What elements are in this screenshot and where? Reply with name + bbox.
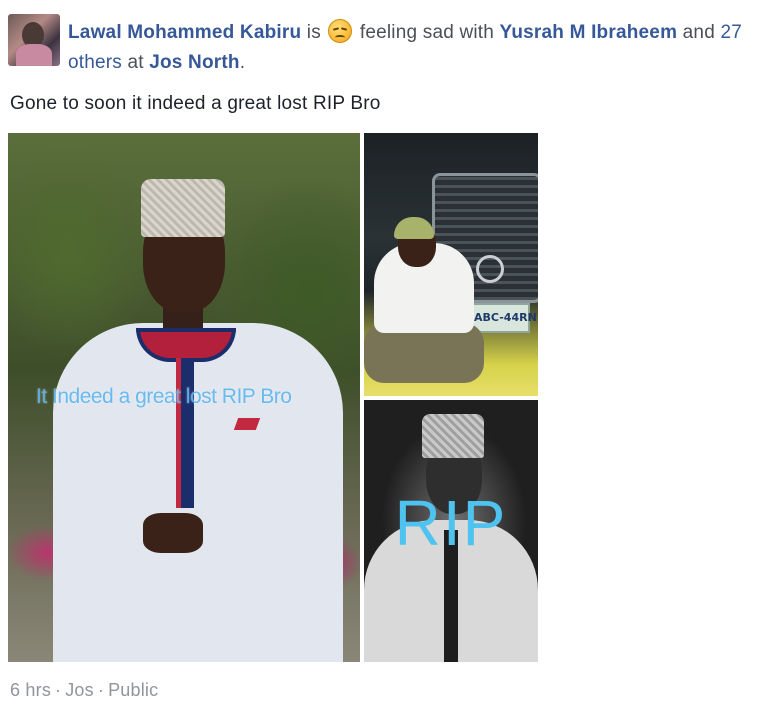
- footer-separator: ·: [97, 680, 105, 700]
- tagged-person-link[interactable]: Yusrah M Ibraheem: [500, 22, 678, 43]
- footer-separator: ·: [55, 680, 62, 700]
- photo-main-pocket: [233, 418, 261, 430]
- sad-face-emoji-icon: [327, 18, 353, 44]
- photo-main-cap: [141, 179, 225, 237]
- avatar-body: [16, 44, 52, 66]
- car-emblem-icon: [476, 255, 504, 283]
- author-name-link[interactable]: Lawal Mohammed Kabiru: [68, 22, 301, 43]
- privacy-label[interactable]: Public: [108, 680, 158, 700]
- person-cap: [394, 217, 434, 239]
- others-link[interactable]: others: [68, 52, 122, 73]
- photo-main-overlay-text: It Indeed a great lost RIP Bro: [36, 385, 292, 408]
- photo-main[interactable]: It Indeed a great lost RIP Bro: [8, 133, 360, 662]
- post-footer: 6 hrs · Jos · Public: [10, 680, 158, 701]
- is-text: is: [306, 22, 321, 43]
- rip-overlay-text: RIP: [394, 487, 508, 559]
- license-plate-text: ABC-44RN: [474, 311, 537, 324]
- photo-top-right[interactable]: ABC-44RN: [364, 133, 538, 396]
- photo-main-placket: [176, 358, 194, 508]
- feeling-text: feeling sad with: [359, 22, 495, 43]
- post-time-link[interactable]: 6 hrs: [10, 680, 51, 700]
- photo-bottom-cap: [422, 414, 484, 458]
- others-count-link[interactable]: 27: [720, 22, 742, 43]
- post-body-text: Gone to soon it indeed a great lost RIP …: [10, 93, 381, 114]
- photo-bottom-right[interactable]: RIP: [364, 400, 538, 662]
- location-link[interactable]: Jos North: [149, 52, 239, 73]
- at-text: at: [127, 52, 144, 73]
- headline-period: .: [239, 52, 246, 73]
- author-avatar[interactable]: [8, 14, 60, 66]
- photo-main-body: [53, 323, 343, 662]
- post-header: Lawal Mohammed Kabiru is feeling sad wit…: [8, 12, 758, 76]
- post-place-link[interactable]: Jos: [65, 680, 94, 700]
- and-text: and: [682, 22, 715, 43]
- photo-main-hand: [143, 513, 203, 553]
- post-headline: Lawal Mohammed Kabiru is feeling sad wit…: [68, 18, 758, 78]
